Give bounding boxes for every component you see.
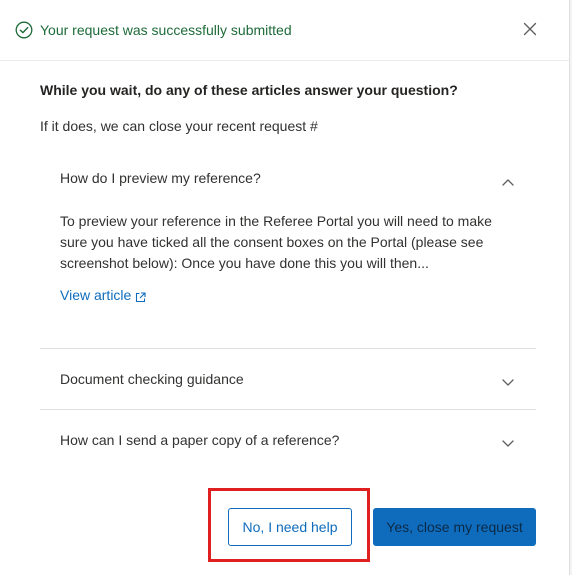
- yes-close-request-button[interactable]: Yes, close my request: [373, 508, 536, 546]
- article-title: Document checking guidance: [60, 371, 244, 387]
- article-excerpt: To preview your reference in the Referee…: [60, 213, 492, 271]
- article-item: Document checking guidance: [40, 348, 536, 409]
- article-item: How can I send a paper copy of a referen…: [40, 409, 536, 470]
- article-title: How do I preview my reference?: [60, 170, 261, 186]
- chevron-down-icon: [502, 435, 514, 447]
- article-body: To preview your reference in the Referee…: [40, 208, 536, 348]
- chevron-down-icon: [502, 374, 514, 386]
- articles-accordion: How do I preview my reference? To previe…: [40, 148, 536, 470]
- articles-subtext: If it does, we can close your recent req…: [40, 118, 318, 134]
- external-link-icon: [135, 290, 146, 302]
- view-article-link[interactable]: View article: [60, 287, 146, 303]
- articles-heading: While you wait, do any of these articles…: [40, 82, 458, 98]
- request-submitted-dialog: Your request was successfully submitted …: [0, 0, 570, 575]
- article-header-paper-copy[interactable]: How can I send a paper copy of a referen…: [40, 410, 536, 470]
- close-icon[interactable]: [523, 22, 537, 36]
- article-header-document-checking[interactable]: Document checking guidance: [40, 349, 536, 409]
- article-title: How can I send a paper copy of a referen…: [60, 432, 340, 448]
- dialog-header: Your request was successfully submitted: [0, 0, 569, 61]
- chevron-up-icon: [502, 173, 514, 186]
- check-circle-icon: [15, 21, 33, 39]
- view-article-label: View article: [60, 287, 132, 303]
- dialog-title: Your request was successfully submitted: [40, 22, 292, 38]
- no-need-help-button[interactable]: No, I need help: [228, 508, 352, 546]
- article-item: How do I preview my reference? To previe…: [40, 148, 536, 348]
- article-header-preview-reference[interactable]: How do I preview my reference?: [40, 148, 536, 208]
